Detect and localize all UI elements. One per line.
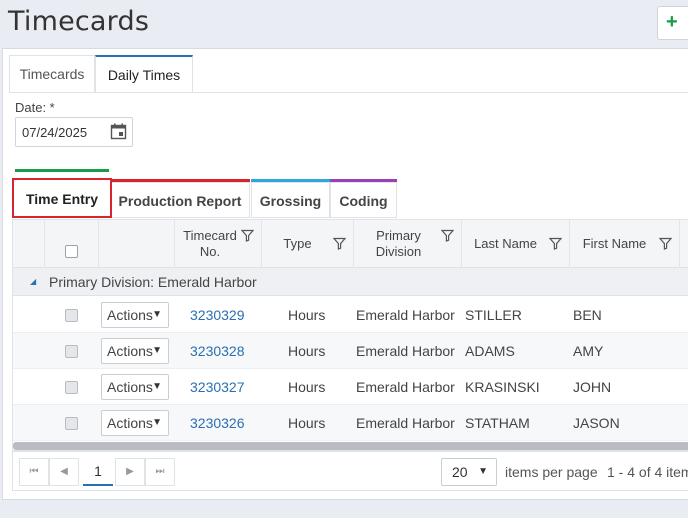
last-name-cell: KRASINSKI	[465, 379, 540, 395]
tab-grossing[interactable]: Grossing	[251, 182, 330, 218]
range-label: 1 - 4 of 4 items	[607, 464, 688, 480]
header-expand-col	[13, 220, 45, 268]
header-select-col	[45, 220, 99, 268]
table-row[interactable]: Actions ▼ 3230326 Hours Emerald Harbor ST…	[13, 405, 688, 441]
add-timecard-button[interactable]: +	[657, 6, 688, 40]
grid-header: Timecard No. Type Primary Division Last …	[13, 220, 688, 268]
timecard-number-link[interactable]: 3230328	[190, 333, 245, 369]
actions-dropdown[interactable]: Actions ▼	[101, 302, 169, 328]
type-cell: Hours	[288, 379, 326, 395]
current-page[interactable]: 1	[83, 458, 113, 486]
first-name-cell: JOHN	[573, 379, 612, 395]
row-checkbox[interactable]	[65, 381, 78, 394]
header-division-label: Primary Division	[375, 228, 422, 259]
last-name-cell: STILLER	[465, 307, 522, 323]
filter-icon[interactable]	[549, 237, 562, 250]
type-cell: Hours	[288, 343, 326, 359]
date-field[interactable]: 07/24/2025	[15, 117, 133, 147]
next-page-button[interactable]: ▶	[115, 458, 145, 486]
division-cell: Emerald Harbor	[356, 379, 455, 395]
chevron-down-icon: ▼	[152, 309, 162, 320]
table-row[interactable]: Actions ▼ 3230328 Hours Emerald Harbor AD…	[13, 333, 688, 369]
header-first-name[interactable]: First Name	[570, 220, 680, 268]
date-label: Date: *	[15, 100, 55, 115]
group-label: Primary Division: Emerald Harbor	[49, 274, 257, 290]
last-name-cell: ADAMS	[465, 343, 515, 359]
filter-icon[interactable]	[441, 229, 454, 242]
header-timecard-no[interactable]: Timecard No.	[175, 220, 262, 268]
chevron-down-icon: ▼	[152, 345, 162, 356]
prev-page-button[interactable]: ◀	[49, 458, 79, 486]
row-checkbox[interactable]	[65, 309, 78, 322]
division-cell: Emerald Harbor	[356, 307, 455, 323]
timecard-number-link[interactable]: 3230329	[190, 297, 245, 333]
first-name-cell: JASON	[573, 415, 620, 431]
chevron-down-icon: ▼	[478, 466, 488, 477]
header-actions-col	[99, 220, 175, 268]
items-per-page-label: items per page	[505, 464, 598, 480]
header-timecard-label: Timecard No.	[183, 228, 237, 259]
division-cell: Emerald Harbor	[356, 343, 455, 359]
pager: ⏮ ◀ 1 ▶ ⏭ 20 ▼ items per page 1 - 4 of 4 …	[12, 451, 688, 491]
filter-icon[interactable]	[241, 229, 254, 242]
division-cell: Emerald Harbor	[356, 415, 455, 431]
actions-dropdown[interactable]: Actions ▼	[101, 338, 169, 364]
first-name-cell: AMY	[573, 343, 604, 359]
tab-coding[interactable]: Coding	[330, 182, 397, 218]
type-cell: Hours	[288, 307, 326, 323]
first-name-cell: BEN	[573, 307, 602, 323]
tab-production-report[interactable]: Production Report	[110, 182, 250, 218]
row-checkbox[interactable]	[65, 345, 78, 358]
actions-dropdown[interactable]: Actions ▼	[101, 374, 169, 400]
select-all-checkbox[interactable]	[65, 245, 78, 258]
last-page-button[interactable]: ⏭	[145, 458, 175, 486]
header-type-label: Type	[283, 236, 312, 251]
actions-dropdown[interactable]: Actions ▼	[101, 410, 169, 436]
group-row[interactable]: ◢ Primary Division: Emerald Harbor	[13, 268, 688, 296]
tab-divider	[9, 92, 688, 93]
chevron-down-icon: ▼	[152, 381, 162, 392]
header-last-name[interactable]: Last Name	[462, 220, 570, 268]
horizontal-scrollbar[interactable]	[13, 442, 688, 450]
header-last-name-label: Last Name	[474, 236, 537, 251]
filter-icon[interactable]	[333, 237, 346, 250]
tab-timecards[interactable]: Timecards	[9, 55, 95, 93]
header-type[interactable]: Type	[262, 220, 354, 268]
time-entry-accent-bar	[15, 169, 109, 172]
page-header: Timecards +	[0, 0, 688, 46]
tab-time-entry[interactable]: Time Entry	[12, 178, 112, 218]
tab-daily-times[interactable]: Daily Times	[95, 55, 193, 93]
footer-strip	[0, 502, 688, 518]
last-name-cell: STATHAM	[465, 415, 530, 431]
page-size-select[interactable]: 20 ▼	[441, 458, 497, 486]
header-primary-division[interactable]: Primary Division	[354, 220, 462, 268]
timecard-grid: Timecard No. Type Primary Division Last …	[12, 219, 688, 451]
plus-icon: +	[666, 11, 678, 33]
collapse-triangle-icon[interactable]: ◢	[30, 268, 36, 296]
header-first-name-label: First Name	[582, 236, 647, 251]
date-value[interactable]: 07/24/2025	[22, 125, 87, 140]
calendar-icon[interactable]	[110, 123, 127, 140]
page-title: Timecards	[8, 6, 150, 37]
timecard-number-link[interactable]: 3230327	[190, 369, 245, 405]
table-row[interactable]: Actions ▼ 3230329 Hours Emerald Harbor ST…	[13, 297, 688, 333]
table-row[interactable]: Actions ▼ 3230327 Hours Emerald Harbor KR…	[13, 369, 688, 405]
row-checkbox[interactable]	[65, 417, 78, 430]
type-cell: Hours	[288, 415, 326, 431]
chevron-down-icon: ▼	[152, 417, 162, 428]
first-page-button[interactable]: ⏮	[19, 458, 49, 486]
timecard-number-link[interactable]: 3230326	[190, 405, 245, 441]
filter-icon[interactable]	[659, 237, 672, 250]
